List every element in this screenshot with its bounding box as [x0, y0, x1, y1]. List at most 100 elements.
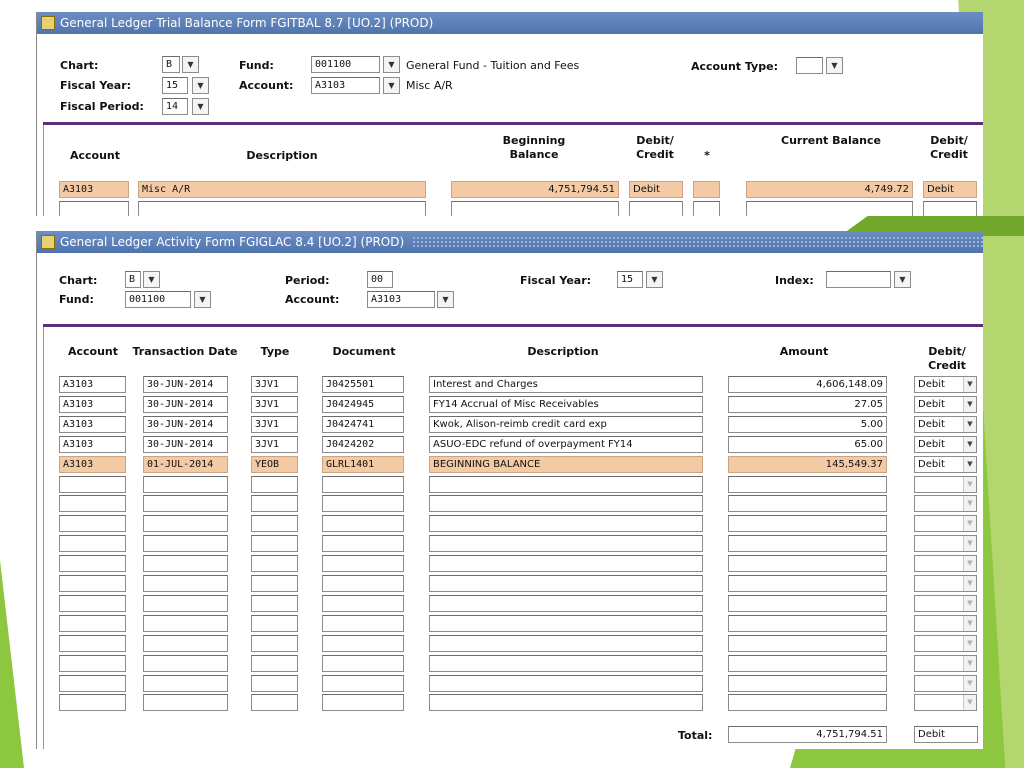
- activity-cell-document[interactable]: [322, 595, 404, 612]
- activity-cell-description[interactable]: [429, 535, 703, 552]
- tb-row-account[interactable]: A3103: [59, 181, 129, 198]
- activity-cell-document[interactable]: J0424202: [322, 436, 404, 453]
- tb-row-description[interactable]: Misc A/R: [138, 181, 426, 198]
- activity-cell-document[interactable]: J0424741: [322, 416, 404, 433]
- activity-cell-date[interactable]: [143, 635, 228, 652]
- activity-cell-amount[interactable]: 4,606,148.09: [728, 376, 887, 393]
- activity-debit-credit-select[interactable]: ▼: [914, 595, 977, 612]
- activity-cell-account[interactable]: [59, 694, 126, 711]
- activity-cell-account[interactable]: [59, 615, 126, 632]
- activity-debit-credit-select[interactable]: ▼: [914, 675, 977, 692]
- account-type-field[interactable]: [796, 57, 823, 74]
- activity-debit-credit-select[interactable]: ▼: [914, 535, 977, 552]
- activity-cell-document[interactable]: J0424945: [322, 396, 404, 413]
- activity-cell-document[interactable]: [322, 615, 404, 632]
- activity-cell-account[interactable]: A3103: [59, 396, 126, 413]
- activity-cell-account[interactable]: [59, 555, 126, 572]
- activity-cell-document[interactable]: [322, 535, 404, 552]
- activity-cell-account[interactable]: A3103: [59, 456, 126, 473]
- activity-cell-date[interactable]: [143, 595, 228, 612]
- activity-cell-date[interactable]: 30-JUN-2014: [143, 396, 228, 413]
- chart-field[interactable]: B: [162, 56, 180, 73]
- period-field[interactable]: 00: [367, 271, 393, 288]
- activity-cell-description[interactable]: BEGINNING BALANCE: [429, 456, 703, 473]
- activity-cell-description[interactable]: [429, 555, 703, 572]
- activity-cell-amount[interactable]: [728, 555, 887, 572]
- activity-cell-type[interactable]: [251, 595, 298, 612]
- activity-cell-type[interactable]: YEOB: [251, 456, 298, 473]
- tb-empty-current-balance[interactable]: [746, 201, 913, 216]
- activity-cell-date[interactable]: [143, 535, 228, 552]
- tb-row-debit-credit-2[interactable]: Debit: [923, 181, 977, 198]
- activity-cell-type[interactable]: [251, 515, 298, 532]
- activity-debit-credit-select[interactable]: Debit ▼: [914, 436, 977, 453]
- activity-debit-credit-select[interactable]: ▼: [914, 476, 977, 493]
- activity-debit-credit-select[interactable]: Debit ▼: [914, 456, 977, 473]
- activity-debit-credit-select[interactable]: ▼: [914, 655, 977, 672]
- index-dropdown-button[interactable]: ▼: [894, 271, 911, 288]
- activity-cell-account[interactable]: [59, 655, 126, 672]
- activity-cell-type[interactable]: [251, 675, 298, 692]
- activity-cell-description[interactable]: [429, 476, 703, 493]
- fiscal-year-dropdown-button[interactable]: ▼: [646, 271, 663, 288]
- activity-cell-account[interactable]: [59, 535, 126, 552]
- activity-cell-description[interactable]: [429, 694, 703, 711]
- activity-cell-amount[interactable]: [728, 495, 887, 512]
- activity-cell-date[interactable]: [143, 515, 228, 532]
- chart-field[interactable]: B: [125, 271, 141, 288]
- account-field[interactable]: A3103: [367, 291, 435, 308]
- activity-cell-date[interactable]: 01-JUL-2014: [143, 456, 228, 473]
- activity-cell-date[interactable]: 30-JUN-2014: [143, 436, 228, 453]
- activity-debit-credit-select[interactable]: ▼: [914, 694, 977, 711]
- activity-cell-description[interactable]: Interest and Charges: [429, 376, 703, 393]
- activity-debit-credit-select[interactable]: ▼: [914, 515, 977, 532]
- fund-dropdown-button[interactable]: ▼: [383, 56, 400, 73]
- activity-debit-credit-select[interactable]: Debit ▼: [914, 416, 977, 433]
- activity-debit-credit-select[interactable]: ▼: [914, 635, 977, 652]
- activity-cell-date[interactable]: [143, 615, 228, 632]
- activity-cell-type[interactable]: [251, 476, 298, 493]
- activity-cell-type[interactable]: [251, 575, 298, 592]
- activity-cell-amount[interactable]: [728, 635, 887, 652]
- activity-cell-amount[interactable]: [728, 655, 887, 672]
- activity-cell-date[interactable]: [143, 495, 228, 512]
- account-type-dropdown-button[interactable]: ▼: [826, 57, 843, 74]
- tb-row-star[interactable]: [693, 181, 720, 198]
- fiscal-period-field[interactable]: 14: [162, 98, 188, 115]
- activity-cell-account[interactable]: [59, 476, 126, 493]
- activity-debit-credit-select[interactable]: Debit ▼: [914, 396, 977, 413]
- activity-cell-description[interactable]: [429, 675, 703, 692]
- activity-cell-date[interactable]: [143, 675, 228, 692]
- activity-cell-amount[interactable]: [728, 595, 887, 612]
- index-field[interactable]: [826, 271, 891, 288]
- activity-cell-description[interactable]: Kwok, Alison-reimb credit card exp: [429, 416, 703, 433]
- chart-dropdown-button[interactable]: ▼: [182, 56, 199, 73]
- activity-cell-type[interactable]: [251, 535, 298, 552]
- activity-cell-description[interactable]: FY14 Accrual of Misc Receivables: [429, 396, 703, 413]
- activity-cell-type[interactable]: 3JV1: [251, 396, 298, 413]
- activity-cell-type[interactable]: 3JV1: [251, 376, 298, 393]
- tb-row-debit-credit-1[interactable]: Debit: [629, 181, 683, 198]
- activity-cell-type[interactable]: 3JV1: [251, 436, 298, 453]
- activity-debit-credit-select[interactable]: ▼: [914, 615, 977, 632]
- account-dropdown-button[interactable]: ▼: [383, 77, 400, 94]
- fiscal-period-dropdown-button[interactable]: ▼: [192, 98, 209, 115]
- activity-cell-document[interactable]: [322, 575, 404, 592]
- activity-cell-type[interactable]: 3JV1: [251, 416, 298, 433]
- activity-cell-document[interactable]: [322, 555, 404, 572]
- activity-cell-amount[interactable]: 27.05: [728, 396, 887, 413]
- activity-cell-description[interactable]: [429, 595, 703, 612]
- activity-cell-description[interactable]: [429, 635, 703, 652]
- tb-empty-beginning-balance[interactable]: [451, 201, 619, 216]
- activity-cell-document[interactable]: [322, 635, 404, 652]
- fund-field[interactable]: 001100: [311, 56, 380, 73]
- activity-cell-date[interactable]: [143, 476, 228, 493]
- activity-cell-type[interactable]: [251, 694, 298, 711]
- activity-cell-amount[interactable]: [728, 476, 887, 493]
- activity-cell-description[interactable]: [429, 515, 703, 532]
- activity-cell-amount[interactable]: 65.00: [728, 436, 887, 453]
- activity-cell-description[interactable]: [429, 495, 703, 512]
- activity-debit-credit-select[interactable]: ▼: [914, 555, 977, 572]
- activity-cell-date[interactable]: 30-JUN-2014: [143, 376, 228, 393]
- activity-cell-document[interactable]: J0425501: [322, 376, 404, 393]
